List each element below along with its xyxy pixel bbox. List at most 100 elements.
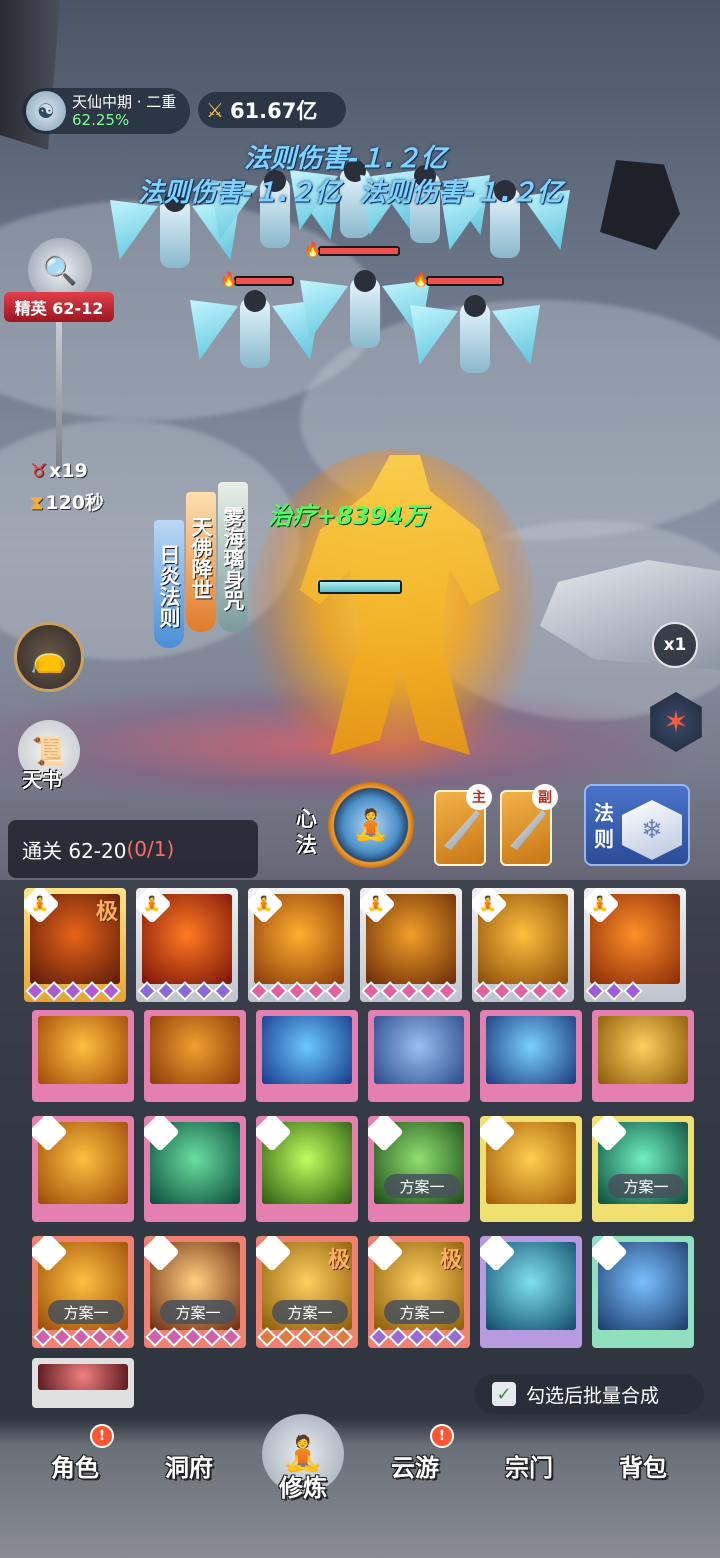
- inventory-skill-card[interactable]: 🗡 方案一: [32, 1236, 134, 1348]
- gem-pip: [314, 1327, 334, 1347]
- inventory-skill-card[interactable]: 🗡: [592, 1236, 694, 1348]
- inventory-skill-card[interactable]: 🗡: [144, 1116, 246, 1222]
- nav-label: 洞府: [165, 1453, 213, 1482]
- inventory-skill-card[interactable]: 🗡: [32, 1116, 134, 1222]
- combat-power-badge[interactable]: ⚔ 61.67亿: [198, 92, 346, 128]
- inventory-skill-card[interactable]: 🗡 方案一: [592, 1116, 694, 1222]
- gem-pip: [202, 1327, 222, 1347]
- clear-stage-bar[interactable]: 通关 62-20 (0/1): [8, 820, 258, 878]
- inventory-skill-card[interactable]: 🗡 极方案一: [368, 1236, 470, 1348]
- cultivator-pose-icon: 🧘: [352, 807, 390, 843]
- inventory-skill-card[interactable]: [256, 1010, 358, 1102]
- nav-label: 角色: [51, 1453, 99, 1482]
- nav-backpack[interactable]: 背包: [598, 1440, 688, 1490]
- star-gems: [25, 981, 121, 1001]
- equipped-skill-card[interactable]: 🧘: [472, 888, 574, 1002]
- banner-label: 雾海璃身咒: [221, 506, 245, 611]
- nav-role[interactable]: 角色!: [30, 1424, 120, 1490]
- plan-tag: 方案一: [608, 1174, 684, 1198]
- inventory-skill-card[interactable]: 🗡: [480, 1116, 582, 1222]
- fire-icon: 🔥: [220, 272, 238, 288]
- plan-tag: 方案一: [272, 1300, 348, 1324]
- skill-art: [486, 1016, 576, 1084]
- gem-pip: [268, 981, 288, 1001]
- skill-art: [598, 1016, 688, 1084]
- fa-ze-button[interactable]: 法则 ❄: [584, 784, 690, 866]
- enemy-winged-guardian[interactable]: [410, 295, 540, 385]
- realm-badge[interactable]: ☯ 天仙中期 · 二重 62.25%: [22, 88, 190, 134]
- buff-banner-wu-hai: 雾海璃身咒: [218, 482, 248, 632]
- gem-pip: [33, 1327, 53, 1347]
- inventory-skill-card[interactable]: 🗡 方案一: [144, 1236, 246, 1348]
- gem-pip: [492, 981, 512, 1001]
- gem-pip: [325, 981, 345, 1001]
- nav-label: 宗门: [505, 1453, 553, 1482]
- inventory-skill-card[interactable]: [480, 1010, 582, 1102]
- equipped-skill-card[interactable]: 🧘 极: [24, 888, 126, 1002]
- extreme-grade-tag: 极: [327, 1248, 350, 1273]
- xinfa-button[interactable]: 🧘: [328, 782, 414, 868]
- equipped-skill-card[interactable]: 🧘: [584, 888, 686, 1002]
- magnifier-icon: 🔍: [42, 253, 78, 287]
- gem-pip: [137, 981, 157, 1001]
- clear-stage-label: 通关 62-20: [22, 838, 127, 863]
- fire-icon: 🔥: [412, 272, 430, 288]
- gem-pip: [399, 981, 419, 1001]
- hexagram-icon: ✶: [663, 704, 689, 740]
- star-gems: [369, 1327, 465, 1347]
- inventory-skill-card[interactable]: 🗡 方案一: [368, 1116, 470, 1222]
- star-gems: [249, 981, 345, 1001]
- nav-travel[interactable]: 云游!: [370, 1424, 460, 1490]
- battle-speed-button[interactable]: x1: [652, 622, 698, 668]
- extreme-grade-tag: 极: [95, 900, 118, 925]
- gem-pip: [213, 981, 233, 1001]
- gem-pip: [145, 1327, 165, 1347]
- inventory-skill-card[interactable]: [32, 1358, 134, 1408]
- fa-ze-label: 法则: [594, 801, 614, 851]
- inventory-skill-card[interactable]: [368, 1010, 470, 1102]
- gem-pip: [306, 981, 326, 1001]
- damage-number: 法则伤害-１.２亿: [244, 144, 447, 174]
- batch-merge-label: 勾选后批量合成: [526, 1384, 660, 1407]
- plan-tag: 方案一: [48, 1300, 124, 1324]
- inventory-skill-card[interactable]: 🗡: [480, 1236, 582, 1348]
- cultivator-avatar-icon: ☯: [26, 91, 66, 131]
- gem-pip: [407, 1327, 427, 1347]
- enemy-winged-guardian[interactable]: [190, 290, 320, 380]
- gem-pip: [418, 981, 438, 1001]
- main-tag: 主: [466, 784, 492, 810]
- inventory-skill-card[interactable]: [32, 1010, 134, 1102]
- inventory-skill-card[interactable]: 🗡: [256, 1116, 358, 1222]
- nav-dongfu[interactable]: 洞府: [144, 1440, 234, 1490]
- enemy-winged-guardian[interactable]: [300, 270, 430, 360]
- realm-progress: 62.25%: [72, 111, 130, 129]
- nav-cultivate[interactable]: 修炼: [258, 1460, 348, 1510]
- sub-weapon-slot[interactable]: 副: [500, 784, 558, 866]
- enemy-hp-bar: 🔥: [220, 272, 294, 288]
- nav-sect[interactable]: 宗门: [484, 1440, 574, 1490]
- realm-name: 天仙中期 · 二重: [72, 93, 177, 111]
- equipped-skill-card[interactable]: 🧘: [136, 888, 238, 1002]
- gem-pip: [109, 1327, 129, 1347]
- snowflake-gem-icon: ❄: [622, 800, 682, 860]
- gem-pip: [473, 981, 493, 1001]
- hero-hp-bar: [318, 580, 402, 594]
- main-weapon-slot[interactable]: 主: [434, 784, 492, 866]
- combat-power-value: 61.67亿: [229, 99, 318, 123]
- equipped-skill-card[interactable]: 🧘: [360, 888, 462, 1002]
- heal-number: 治疗+8394万: [268, 502, 427, 530]
- star-gems: [137, 981, 233, 1001]
- equipped-skill-card[interactable]: 🧘: [248, 888, 350, 1002]
- dagger-icon: [510, 810, 546, 850]
- nav-label: 云游: [391, 1453, 439, 1482]
- gem-pip: [437, 981, 457, 1001]
- fire-icon: 🔥: [304, 242, 322, 258]
- damage-number: 法则伤害-１.２亿: [360, 178, 563, 208]
- inventory-skill-card[interactable]: [592, 1010, 694, 1102]
- gem-pip: [276, 1327, 296, 1347]
- batch-merge-toggle[interactable]: ✓ 勾选后批量合成: [474, 1374, 704, 1414]
- buff-banner-ri-yan: 日炎法则: [154, 520, 184, 648]
- treasure-pouch-button[interactable]: 👝: [14, 622, 84, 692]
- inventory-skill-card[interactable]: [144, 1010, 246, 1102]
- inventory-skill-card[interactable]: 🗡 极方案一: [256, 1236, 358, 1348]
